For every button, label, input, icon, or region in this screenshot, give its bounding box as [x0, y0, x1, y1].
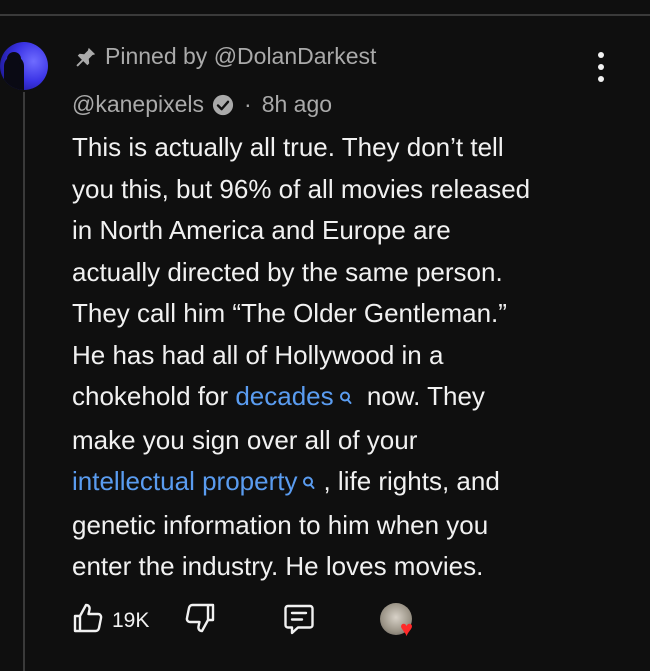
- thread-line: [23, 92, 25, 671]
- like-button[interactable]: 19K: [72, 602, 149, 639]
- creator-heart-icon: ♥: [380, 602, 422, 642]
- comment-text-segment: now. They: [359, 381, 485, 411]
- dislike-button[interactable]: [184, 602, 216, 639]
- comment-line: He has had all of Hollywood in a: [72, 339, 444, 370]
- avatar-head: [7, 52, 21, 66]
- search-link-intellectual-property[interactable]: intellectual property: [72, 466, 297, 496]
- comment-line: you this, but 96% of all movies released: [72, 173, 531, 204]
- search-link-decades[interactable]: decades: [235, 381, 333, 411]
- comment-text-segment: chokehold for: [72, 381, 236, 411]
- comment-text: This is actually all true. They don’t te…: [72, 127, 632, 588]
- heart-icon: ♥: [400, 616, 414, 641]
- comment-line: genetic information to him when you: [72, 509, 489, 540]
- comment-action-bar: 19K ♥: [72, 602, 472, 642]
- more-vertical-icon: [598, 52, 604, 58]
- comment-text-segment: , life rights, and: [323, 466, 500, 496]
- meta-separator: ·: [244, 91, 252, 117]
- thumbs-up-icon: [72, 602, 104, 639]
- more-actions-button[interactable]: [586, 50, 616, 84]
- top-divider: [0, 14, 650, 16]
- more-dot: [598, 76, 604, 82]
- more-dot: [598, 64, 604, 70]
- comment-line: intellectual property , life rights, and: [72, 461, 632, 505]
- search-icon[interactable]: [301, 463, 315, 505]
- comment-line: make you sign over all of your: [72, 424, 418, 455]
- like-count: 19K: [112, 608, 150, 632]
- timestamp[interactable]: 8h ago: [262, 91, 332, 118]
- reply-button[interactable]: [282, 602, 316, 641]
- comment-line: actually directed by the same person.: [72, 256, 503, 287]
- pinned-label: Pinned by @DolanDarkest: [75, 43, 376, 70]
- comment-line: enter the industry. He loves movies.: [72, 551, 484, 581]
- comment-line: chokehold for decades now. They: [72, 376, 632, 420]
- avatar[interactable]: [0, 42, 48, 90]
- comment-line: They call him “The Older Gentleman.”: [72, 298, 507, 328]
- comment-meta: @kanepixels · 8h ago: [72, 91, 332, 118]
- thumbs-down-icon: [184, 603, 216, 638]
- pin-icon: [75, 46, 97, 68]
- comment-line: This is actually all true. They don’t te…: [72, 132, 504, 162]
- verified-check-icon: [212, 94, 234, 116]
- author-handle[interactable]: @kanepixels: [72, 91, 204, 118]
- comment-line: in North America and Europe are: [72, 215, 451, 245]
- reply-icon: [282, 604, 316, 640]
- pinned-by-text: Pinned by @DolanDarkest: [105, 43, 377, 69]
- search-icon[interactable]: [338, 378, 352, 420]
